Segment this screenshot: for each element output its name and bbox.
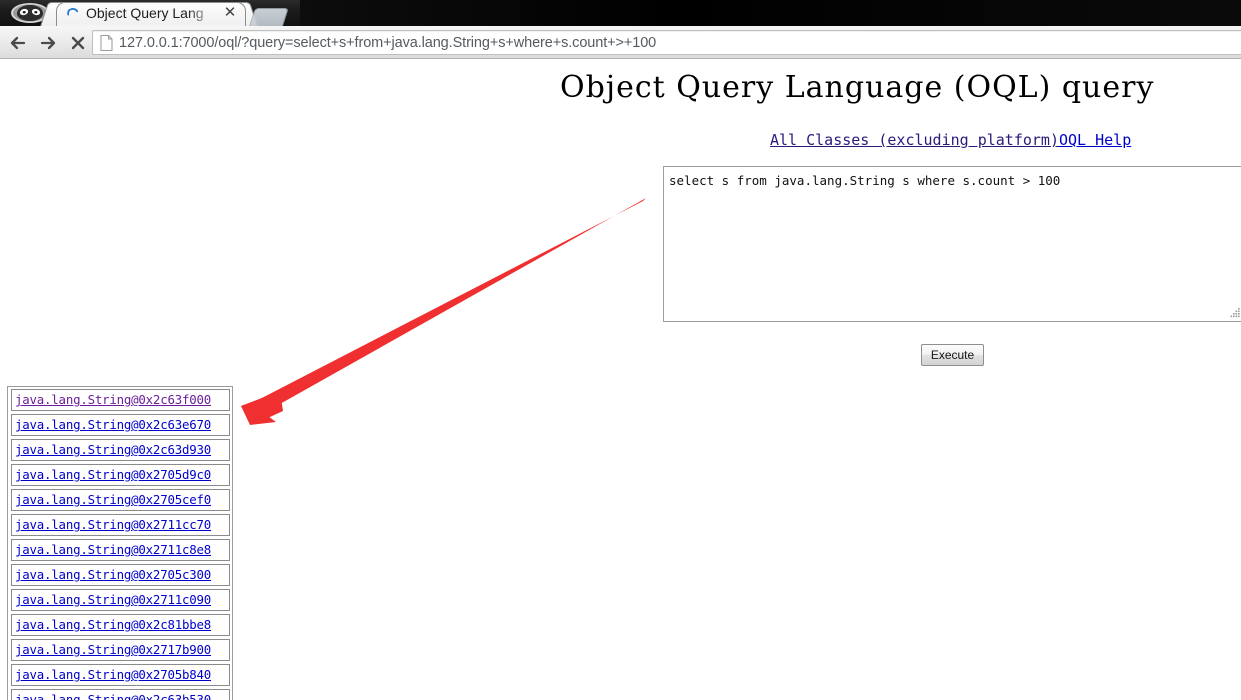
page-document-icon xyxy=(100,34,113,51)
result-item[interactable]: java.lang.String@0x2705b840 xyxy=(11,664,230,686)
tab-title: Object Query Lang xyxy=(86,5,204,21)
link-all-classes[interactable]: All Classes (excluding platform) xyxy=(770,131,1059,149)
result-item[interactable]: java.lang.String@0x2705cef0 xyxy=(11,489,230,511)
result-item[interactable]: java.lang.String@0x2705c300 xyxy=(11,564,230,586)
address-text[interactable]: 127.0.0.1:7000/oql/?query=select+s+from+… xyxy=(119,35,656,51)
result-item[interactable]: java.lang.String@0x2717b900 xyxy=(11,639,230,661)
result-item[interactable]: java.lang.String@0x2711c8e8 xyxy=(11,539,230,561)
page-links-row: All Classes (excluding platform)OQL Help xyxy=(770,131,1131,149)
results-list: java.lang.String@0x2c63f000 java.lang.Str… xyxy=(7,386,233,700)
result-item[interactable]: java.lang.String@0x2705d9c0 xyxy=(11,464,230,486)
result-item[interactable]: java.lang.String@0x2711c090 xyxy=(11,589,230,611)
result-item[interactable]: java.lang.String@0x2c63d930 xyxy=(11,439,230,461)
result-item[interactable]: java.lang.String@0x2c81bbe8 xyxy=(11,614,230,636)
new-tab-icon[interactable] xyxy=(249,8,289,26)
browser-chrome: Object Query Lang ✕ xyxy=(0,0,1241,26)
stop-icon[interactable] xyxy=(66,31,90,55)
result-item[interactable]: java.lang.String@0x2c63e670 xyxy=(11,414,230,436)
query-input[interactable] xyxy=(663,166,1241,322)
tab-strip: Object Query Lang ✕ xyxy=(0,0,1241,26)
back-arrow-icon[interactable] xyxy=(6,31,30,55)
loading-spinner-icon xyxy=(66,7,80,21)
result-item[interactable]: java.lang.String@0x2c63b530 xyxy=(11,689,230,700)
result-item[interactable]: java.lang.String@0x2711cc70 xyxy=(11,514,230,536)
link-oql-help[interactable]: OQL Help xyxy=(1059,131,1131,149)
page-title: Object Query Language (OQL) query xyxy=(560,70,1155,105)
page-viewport: Object Query Language (OQL) query All Cl… xyxy=(0,60,1241,700)
address-bar[interactable]: 127.0.0.1:7000/oql/?query=select+s+from+… xyxy=(92,30,1241,55)
execute-button[interactable]: Execute xyxy=(921,344,984,366)
result-item[interactable]: java.lang.String@0x2c63f000 xyxy=(11,389,230,411)
forward-arrow-icon[interactable] xyxy=(36,31,60,55)
close-icon[interactable]: ✕ xyxy=(222,5,238,21)
